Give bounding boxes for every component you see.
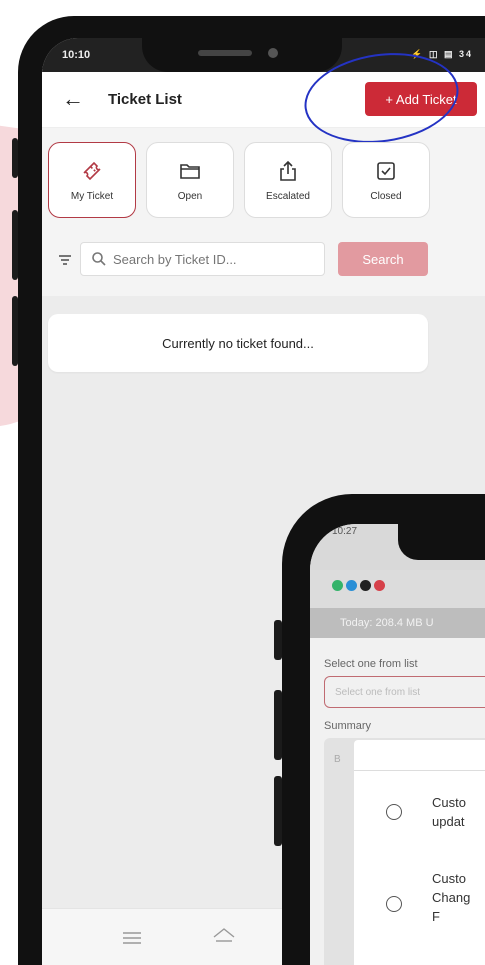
radio-button[interactable]: [386, 804, 402, 820]
screenshot-stage: 10:10 ⚡ ◫ ▤ 34 ← Ticket List + Add Ticke…: [0, 0, 485, 965]
back-arrow-icon[interactable]: ←: [62, 86, 84, 112]
front-camera: [268, 48, 278, 58]
phone-notch: [142, 38, 342, 72]
radio-button[interactable]: [386, 896, 402, 912]
filter-icon[interactable]: [58, 254, 72, 266]
data-usage-text: Today: 208.4 MB U: [310, 608, 485, 638]
notification-icons-bar: [310, 570, 485, 608]
app-bar: ← Ticket List + Add Ticket: [42, 72, 485, 128]
option-text: Chang: [432, 890, 471, 905]
option-text: updat: [432, 814, 465, 829]
app-icon: [332, 580, 343, 591]
phone-side-button: [274, 776, 282, 846]
phone-side-button: [12, 210, 18, 280]
status-time: 10:10: [62, 49, 91, 61]
phone-notch: [398, 524, 485, 560]
summary-label: Summary: [324, 720, 372, 732]
card-label: Closed: [370, 190, 402, 202]
card-escalated[interactable]: Escalated: [244, 142, 332, 218]
page-title: Ticket List: [108, 91, 182, 108]
phone-side-button: [12, 138, 18, 178]
option-text: F: [432, 909, 440, 924]
app-icon: [346, 580, 357, 591]
escalate-icon: [280, 160, 296, 181]
second-phone-screen: 10:27 Today: 208.4 MB U Select one from …: [310, 524, 485, 965]
app-icon: [374, 580, 385, 591]
status-time: 10:27: [332, 526, 358, 537]
ticket-icon: [83, 161, 101, 180]
phone-side-button: [274, 620, 282, 660]
search-icon: [92, 252, 106, 266]
phone-side-button: [274, 690, 282, 760]
home-icon[interactable]: [212, 927, 236, 947]
option-text: Custo: [432, 871, 466, 886]
status-icons: ⚡ ◫ ▤ 34: [411, 49, 473, 59]
search-input[interactable]: [113, 243, 318, 275]
divider: [354, 770, 485, 771]
card-label: Escalated: [266, 190, 310, 202]
card-open[interactable]: Open: [146, 142, 234, 218]
search-row: Search: [42, 242, 485, 282]
app-icons: [332, 580, 385, 591]
add-ticket-button[interactable]: + Add Ticket: [365, 82, 477, 116]
check-box-icon: [377, 161, 395, 180]
select-dropdown[interactable]: Select one from list: [324, 676, 485, 708]
card-label: Open: [177, 190, 203, 202]
card-label: My Ticket: [70, 190, 114, 202]
card-my-ticket[interactable]: My Ticket: [48, 142, 136, 218]
menu-icon[interactable]: [122, 931, 142, 945]
phone-side-button: [12, 296, 18, 366]
folder-icon: [180, 163, 200, 179]
card-closed[interactable]: Closed: [342, 142, 430, 218]
summary-placeholder: B: [334, 754, 341, 765]
app-icon: [360, 580, 371, 591]
select-label: Select one from list: [324, 658, 418, 670]
search-button[interactable]: Search: [338, 242, 428, 276]
option-text: Custo: [432, 795, 466, 810]
ticket-category-cards: My Ticket Open Escalated Closed: [48, 142, 485, 222]
empty-state-message: Currently no ticket found...: [48, 314, 428, 372]
search-box: [80, 242, 325, 276]
speaker-grill: [198, 50, 252, 56]
options-sheet: Custo updat Custo Chang F: [354, 740, 485, 965]
